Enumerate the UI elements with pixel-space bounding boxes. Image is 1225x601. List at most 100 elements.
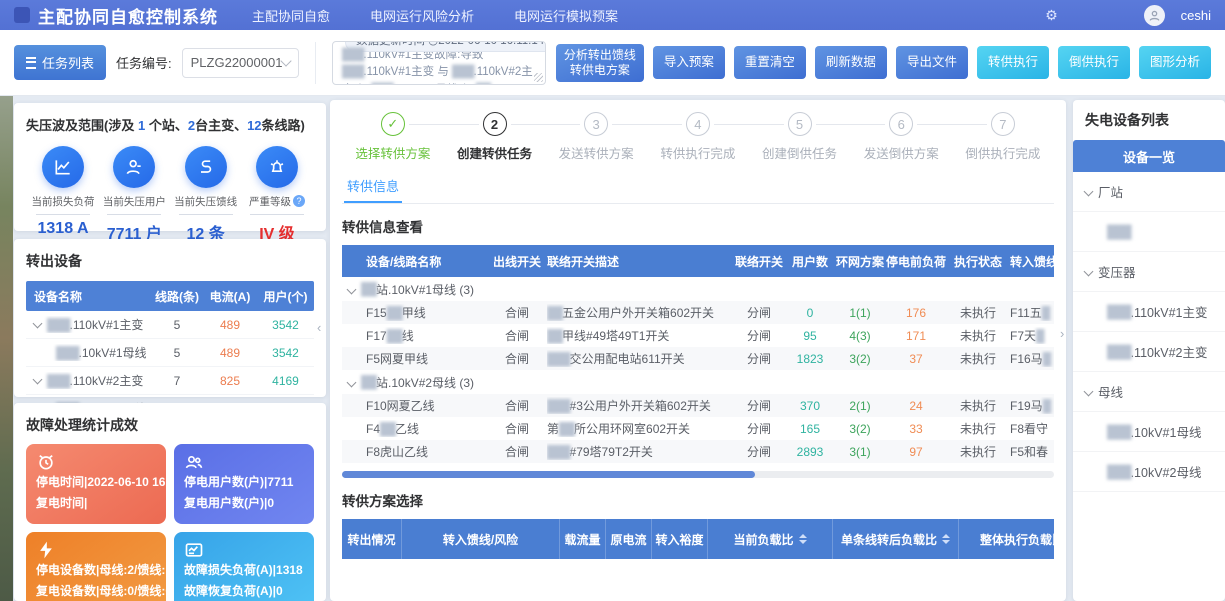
scrollbar-thumb[interactable] bbox=[342, 471, 755, 478]
stepper-step-2[interactable]: 2创建转供任务 bbox=[444, 112, 546, 162]
table-cell: 7 bbox=[151, 374, 203, 388]
redacted-text: ███ bbox=[1107, 345, 1131, 359]
stepper-step-4[interactable]: 4转供执行完成 bbox=[647, 112, 749, 162]
toolbar-button[interactable]: 分析转出馈线转供电方案 bbox=[556, 44, 644, 82]
column-header[interactable]: 当前负载比 bbox=[708, 519, 833, 559]
tree-node[interactable]: 变压器 bbox=[1073, 252, 1225, 292]
fault-stat-card: 停电时间|2022-06-10 16:11复电时间| bbox=[26, 444, 166, 524]
table-cell: ██五金公用户外开关箱602开关 bbox=[547, 304, 732, 321]
table-cell: 489 bbox=[203, 346, 257, 360]
stepper-step-1[interactable]: ✓选择转供方案 bbox=[342, 112, 444, 162]
toolbar-button[interactable]: 导入预案 bbox=[653, 46, 725, 80]
stepper-step-3[interactable]: 3发送转供方案 bbox=[545, 112, 647, 162]
table-row[interactable]: F4██乙线合闸第██所公用环网室602开关分闸1653(2)33未执行F8看守 bbox=[342, 417, 1054, 440]
step-label: 选择转供方案 bbox=[342, 143, 444, 162]
redacted-text: ███ bbox=[342, 49, 363, 61]
table-row[interactable]: F10网夏乙线合闸███#3公用户外开关箱602开关分闸3702(1)24未执行… bbox=[342, 394, 1054, 417]
stepper-step-5[interactable]: 5创建倒供任务 bbox=[749, 112, 851, 162]
table-row[interactable]: F17██线合闸██甲线#49塔49T1开关分闸954(3)171未执行F7天█ bbox=[342, 324, 1054, 347]
table-row[interactable]: ███.10kV#1母线54893542 bbox=[26, 339, 314, 367]
tree-node[interactable]: 厂站 bbox=[1073, 172, 1225, 212]
bolt-icon bbox=[36, 540, 156, 560]
table-cell: 825 bbox=[203, 374, 257, 388]
table-cell: 3542 bbox=[257, 346, 314, 360]
column-header[interactable]: 整体执行负载比 bbox=[959, 519, 1054, 559]
column-header: 转入馈线/风险 bbox=[402, 519, 560, 559]
stat-line-chart: 当前损失负荷1318 A bbox=[28, 146, 98, 244]
table-cell: 4169 bbox=[257, 374, 314, 388]
table-cell: 2(1) bbox=[834, 399, 886, 413]
table-cell: 分闸 bbox=[732, 327, 786, 344]
step-circle: 6 bbox=[889, 112, 913, 136]
table-cell: F16马█ bbox=[1010, 350, 1054, 367]
sort-icon[interactable] bbox=[942, 534, 950, 544]
stat-alarm: 严重等级?IV 级 bbox=[242, 146, 312, 244]
sort-icon[interactable] bbox=[799, 534, 807, 544]
clock-icon: ◷ bbox=[428, 41, 438, 47]
step-circle: 7 bbox=[991, 112, 1015, 136]
table-row[interactable]: F15██甲线合闸██五金公用户外开关箱602开关分闸01(1)176未执行F1… bbox=[342, 301, 1054, 324]
app-window: 主配协同自愈控制系统 主配协同自愈电网运行风险分析电网运行模拟预案 ⚙ cesh… bbox=[0, 0, 1225, 601]
redacted-text: ███ bbox=[1107, 465, 1131, 479]
help-icon[interactable]: ? bbox=[293, 195, 305, 207]
chevron-down-icon[interactable] bbox=[33, 319, 43, 329]
tree-leaf[interactable]: ███.110kV#1主变 bbox=[1073, 292, 1225, 332]
nav-item-2[interactable]: 电网运行风险分析 bbox=[370, 6, 474, 25]
tree-node[interactable]: 母线 bbox=[1073, 372, 1225, 412]
avatar[interactable] bbox=[1144, 5, 1165, 26]
tree-leaf[interactable]: ███.110kV#2主变 bbox=[1073, 332, 1225, 372]
column-header: 转入裕度 bbox=[652, 519, 708, 559]
table-row[interactable]: F5网夏甲线合闸███交公用配电站611开关分闸18233(2)37未执行F16… bbox=[342, 347, 1054, 370]
redacted-text: █ bbox=[1043, 399, 1051, 413]
group-row[interactable]: ██站.10kV#1母线 (3) bbox=[342, 277, 1054, 301]
toolbar-button[interactable]: 刷新数据 bbox=[815, 46, 887, 80]
tree-leaf[interactable]: ███.10kV#1母线 bbox=[1073, 412, 1225, 452]
stat-divider bbox=[179, 214, 233, 215]
chevron-down-icon[interactable] bbox=[1084, 267, 1094, 277]
nav-item-1[interactable]: 主配协同自愈 bbox=[252, 6, 330, 25]
redacted-text: ███ bbox=[47, 374, 70, 388]
chevron-down-icon[interactable] bbox=[33, 375, 43, 385]
toolbar-button[interactable]: 转供执行 bbox=[977, 46, 1049, 80]
redacted-text: █ bbox=[1043, 352, 1051, 366]
impact-scope-panel: 失压波及范围(涉及 1 个站、2台主变、12条线路) 当前损失负荷1318 A当… bbox=[14, 103, 326, 231]
column-header[interactable]: 单条线转后负载比 bbox=[833, 519, 959, 559]
table-row[interactable]: ███.110kV#1主变54893542 bbox=[26, 311, 314, 339]
chevron-down-icon[interactable] bbox=[1084, 387, 1094, 397]
stepper-step-7[interactable]: 7倒供执行完成 bbox=[952, 112, 1054, 162]
tree-leaf[interactable]: ███ bbox=[1073, 212, 1225, 252]
chevron-down-icon[interactable] bbox=[1084, 187, 1094, 197]
fault-stat-card: 停电用户数(户)|7711复电用户数(户)|0 bbox=[174, 444, 314, 524]
redacted-text: ██ bbox=[547, 329, 562, 343]
table-cell: F17██线 bbox=[342, 327, 487, 344]
fault-stats-panel: 故障处理统计成效 停电时间|2022-06-10 16:11复电时间|停电用户数… bbox=[14, 403, 326, 601]
toolbar-button[interactable]: 图形分析 bbox=[1139, 46, 1211, 80]
table-cell: 5 bbox=[151, 346, 203, 360]
table-cell: ██甲线#49塔49T1开关 bbox=[547, 327, 732, 344]
table-row[interactable]: F8虎山乙线合闸███#79塔79T2开关分闸28933(1)97未执行F5和春 bbox=[342, 440, 1054, 463]
toolbar-button[interactable]: 导出文件 bbox=[896, 46, 968, 80]
table-cell: 合闸 bbox=[487, 350, 547, 367]
toolbar-button[interactable]: 倒供执行 bbox=[1058, 46, 1130, 80]
table-cell: 176 bbox=[886, 306, 946, 320]
lost-power-device-panel: 失电设备列表 设备一览 厂站███变压器███.110kV#1主变███.110… bbox=[1073, 100, 1225, 601]
tab-transfer-info[interactable]: 转供信息 bbox=[344, 172, 402, 203]
task-no-select[interactable]: PLZG22000001 bbox=[182, 48, 300, 78]
transfer-info-table: 设备/线路名称出线开关联络开关描述联络开关用户数环网方案停电前负荷执行状态转入馈… bbox=[342, 245, 1054, 463]
toolbar-button[interactable]: 重置清空 bbox=[734, 46, 806, 80]
redacted-text: ███ bbox=[1107, 225, 1131, 239]
tree-leaf[interactable]: ███.10kV#2母线 bbox=[1073, 452, 1225, 492]
stepper-step-6[interactable]: 6发送倒供方案 bbox=[850, 112, 952, 162]
gear-icon[interactable]: ⚙ bbox=[1045, 7, 1058, 24]
fault-description-box[interactable]: 数据更新时间 ◷2022-06-10 16:11:14 ███.110kV#1主… bbox=[332, 41, 546, 85]
group-row[interactable]: ██站.10kV#2母线 (3) bbox=[342, 370, 1054, 394]
fault-stat-line: 复电设备数|母线:0/馈线:0 bbox=[36, 581, 156, 601]
table-row[interactable]: ███.110kV#2主变78254169 bbox=[26, 367, 314, 395]
expand-right-handle[interactable]: › bbox=[1060, 326, 1064, 341]
chevron-down-icon[interactable] bbox=[347, 284, 357, 294]
chevron-down-icon[interactable] bbox=[347, 377, 357, 387]
collapse-left-handle[interactable]: ‹ bbox=[317, 320, 321, 335]
task-list-button[interactable]: 任务列表 bbox=[14, 45, 106, 80]
horizontal-scrollbar[interactable] bbox=[342, 471, 1054, 478]
nav-item-3[interactable]: 电网运行模拟预案 bbox=[514, 6, 618, 25]
